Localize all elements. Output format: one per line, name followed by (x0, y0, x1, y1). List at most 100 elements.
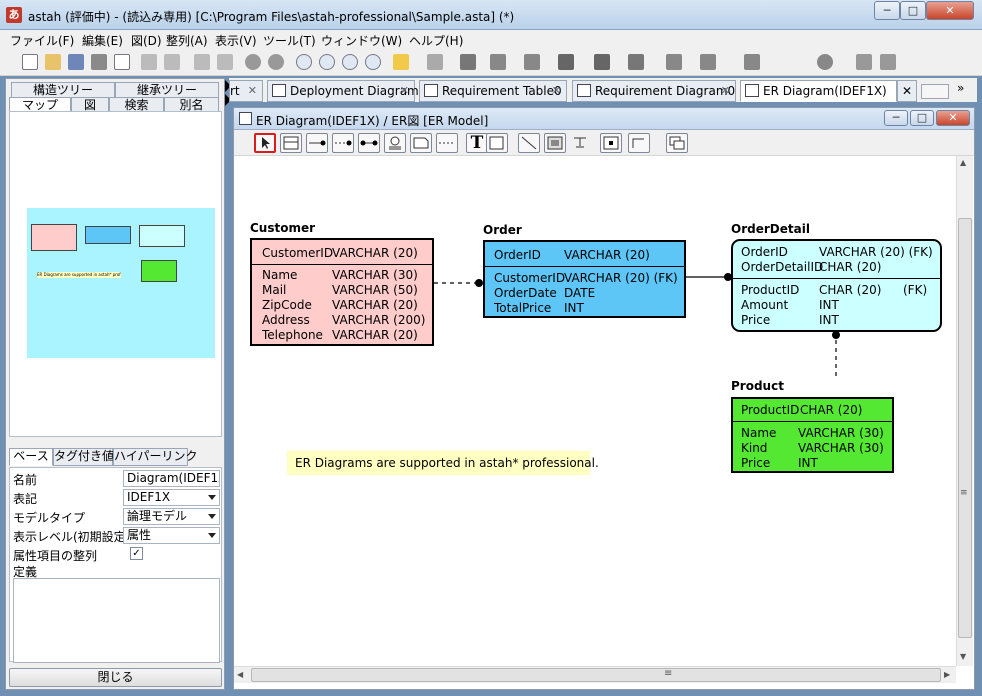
paste-icon[interactable] (194, 54, 210, 70)
notation-select[interactable]: IDEF1X (123, 489, 220, 506)
tab-hyperlink[interactable]: ハイパーリンク (113, 448, 198, 466)
undo-icon[interactable] (245, 54, 261, 70)
order-entity[interactable]: OrderID VARCHAR (20) CustomerID VARCHAR … (483, 240, 686, 318)
diagram-map[interactable]: ER Diagrams are supported in astah* prof… (9, 111, 222, 437)
pin-tool-icon[interactable] (570, 133, 592, 153)
line-style-icon[interactable] (666, 54, 682, 70)
close-icon[interactable]: ✕ (552, 81, 561, 101)
line-end-icon[interactable] (880, 54, 896, 70)
map-viewport[interactable]: ER Diagrams are supported in astah* prof… (27, 208, 215, 358)
menu-edit[interactable]: 編集(E) (82, 32, 123, 49)
close-panel-button[interactable]: 閉じる (9, 668, 222, 687)
text-tool-icon[interactable]: T (466, 133, 488, 153)
tab-close-next[interactable]: ✕ (897, 80, 917, 102)
maximize-button[interactable]: □ (900, 1, 926, 20)
menu-tool[interactable]: ツール(T) (263, 32, 316, 49)
attr-type: INT (819, 313, 839, 327)
menu-help[interactable]: ヘルプ(H) (409, 32, 463, 49)
attr-name: ProductID (741, 403, 800, 417)
horizontal-scrollbar[interactable]: ◀ ≡ ▶ (234, 666, 956, 683)
save-icon[interactable] (68, 54, 84, 70)
tab-previous-partial[interactable]: rt ✕ (229, 80, 263, 102)
close-icon[interactable]: ✕ (400, 81, 409, 101)
calculator-icon[interactable] (460, 54, 476, 70)
scroll-up-icon[interactable]: ▲ (960, 158, 966, 167)
diagram-canvas[interactable]: Customer CustomerID VARCHAR (20) Name VA… (234, 156, 956, 666)
forward-icon[interactable] (427, 54, 443, 70)
image-tool-icon[interactable] (544, 133, 566, 153)
line-shape-icon[interactable] (700, 54, 716, 70)
percent-icon[interactable] (856, 54, 872, 70)
note-anchor-tool-icon[interactable] (436, 133, 458, 153)
redo-icon[interactable] (268, 54, 284, 70)
cut-icon[interactable] (141, 54, 157, 70)
align-top-icon[interactable] (490, 54, 506, 70)
non-identifying-relationship-tool-icon[interactable] (332, 133, 354, 153)
diagram-note[interactable]: ER Diagrams are supported in astah* prof… (287, 451, 599, 475)
layer-tool-icon[interactable] (666, 133, 688, 153)
scroll-down-icon[interactable]: ▼ (960, 652, 966, 661)
diagram-close-button[interactable]: ✕ (936, 110, 970, 126)
line-color-icon[interactable] (594, 54, 610, 70)
fill-color-icon[interactable] (558, 54, 574, 70)
entity-tool-icon[interactable] (280, 133, 302, 153)
menu-diagram[interactable]: 図(D) (131, 32, 162, 49)
print-preview-icon[interactable] (114, 54, 130, 70)
tab-scroll-buttons[interactable] (921, 84, 949, 99)
tab-tagged-values[interactable]: タグ付き値 (53, 448, 114, 466)
scroll-left-icon[interactable]: ◀ (237, 670, 243, 679)
many-to-many-tool-icon[interactable] (358, 133, 380, 153)
model-type-select[interactable]: 論理モデル (123, 508, 220, 525)
menu-align[interactable]: 整列(A) (166, 32, 208, 49)
zoom-fit-icon[interactable] (296, 54, 312, 70)
zoom-out-icon[interactable] (342, 54, 358, 70)
diagram-restore-button[interactable]: □ (910, 110, 934, 126)
line-tool-icon[interactable] (518, 133, 540, 153)
horizontal-scroll-thumb[interactable] (251, 668, 941, 682)
back-icon[interactable] (393, 54, 409, 70)
select-tool-icon[interactable] (254, 133, 276, 153)
print-icon[interactable] (91, 54, 107, 70)
tab-base[interactable]: ベース (9, 448, 53, 466)
rectangle-tool-icon[interactable] (486, 133, 508, 153)
paste-special-icon[interactable] (217, 54, 233, 70)
orderdetail-entity[interactable]: OrderID VARCHAR (20) (FK) OrderDetailID … (731, 239, 942, 332)
layout-icon[interactable] (744, 54, 760, 70)
close-window-button[interactable]: ✕ (926, 1, 974, 20)
tab-requirement-table[interactable]: Requirement Table0 ✕ (419, 80, 567, 102)
close-icon[interactable]: ✕ (721, 81, 730, 101)
customer-entity-name: Customer (250, 221, 316, 235)
scroll-right-icon[interactable]: ▶ (944, 670, 950, 679)
minimize-button[interactable]: ─ (874, 1, 900, 20)
zoom-in-icon[interactable] (319, 54, 335, 70)
shape-icon[interactable] (817, 54, 833, 70)
new-file-icon[interactable] (22, 54, 38, 70)
copy-icon[interactable] (164, 54, 180, 70)
customer-entity[interactable]: CustomerID VARCHAR (20) Name VARCHAR (30… (250, 238, 434, 346)
font-color-icon[interactable] (628, 54, 644, 70)
snap-tool-icon[interactable] (600, 133, 622, 153)
menu-file[interactable]: ファイル(F) (10, 32, 74, 49)
tab-deployment-diagram[interactable]: Deployment Diagram ✕ (267, 80, 419, 102)
zoom-reset-icon[interactable] (365, 54, 381, 70)
close-icon[interactable]: ✕ (248, 81, 257, 101)
product-entity[interactable]: ProductID CHAR (20) Name VARCHAR (30) Ki… (731, 397, 894, 473)
menu-window[interactable]: ウィンドウ(W) (321, 32, 402, 49)
subtype-tool-icon[interactable] (384, 133, 406, 153)
open-folder-icon[interactable] (45, 54, 61, 70)
line-type-tool-icon[interactable] (628, 133, 650, 153)
menu-view[interactable]: 表示(V) (215, 32, 257, 49)
tab-requirement-diagram[interactable]: Requirement Diagram0 ✕ (572, 80, 736, 102)
display-level-select[interactable]: 属性 (123, 527, 220, 544)
diagram-minimize-button[interactable]: ─ (884, 110, 908, 126)
name-field[interactable]: Diagram(IDEF1X) (123, 470, 220, 487)
definition-textarea[interactable] (13, 578, 220, 663)
vertical-scroll-thumb[interactable] (958, 218, 972, 638)
identifying-relationship-tool-icon[interactable] (306, 133, 328, 153)
align-left-icon[interactable] (524, 54, 540, 70)
sort-attributes-checkbox[interactable]: ✓ (130, 547, 143, 560)
tab-er-diagram[interactable]: ER Diagram(IDEF1X) (740, 80, 897, 102)
note-tool-icon[interactable] (410, 133, 432, 153)
tab-overflow-icon[interactable]: » (957, 81, 964, 95)
vertical-scrollbar[interactable]: ▲ ≡ ▼ (956, 156, 973, 666)
